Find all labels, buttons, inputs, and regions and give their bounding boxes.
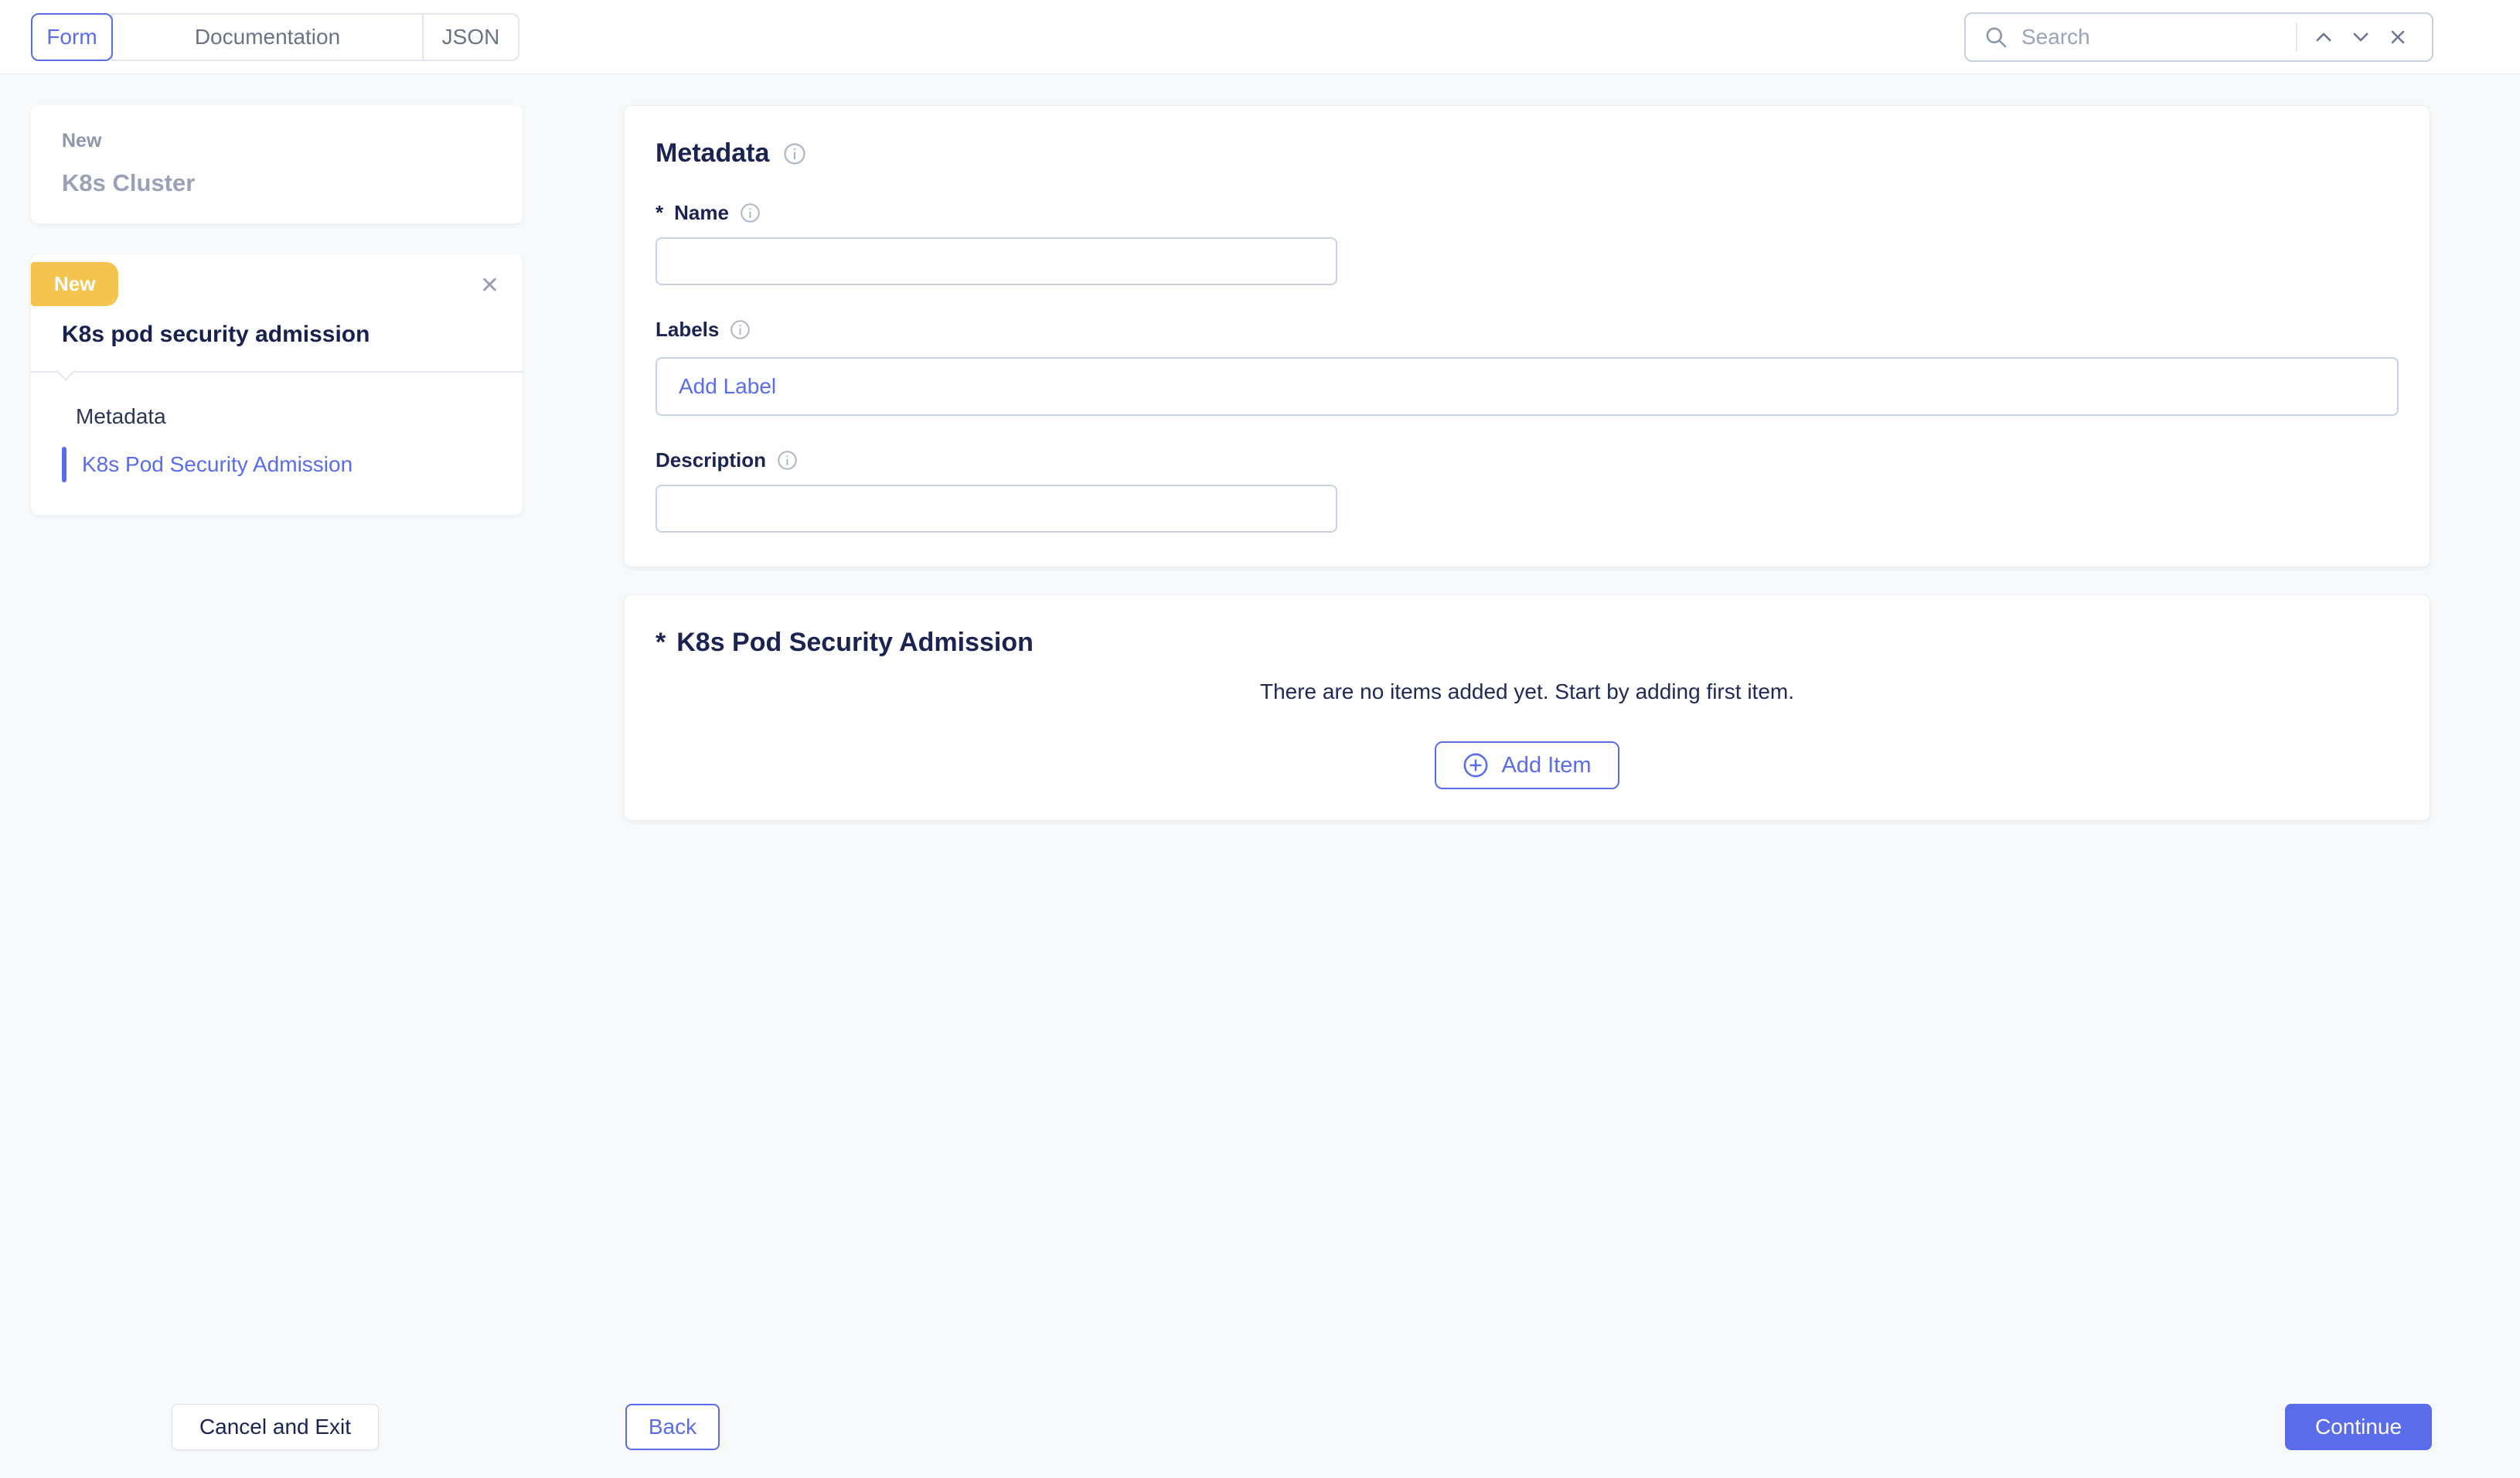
step-nav: Metadata K8s Pod Security Admission: [31, 373, 523, 496]
sidebar-item-metadata[interactable]: Metadata: [31, 393, 523, 441]
context-title: K8s Cluster: [62, 169, 492, 197]
add-item-label: Add Item: [1501, 753, 1591, 778]
continue-button[interactable]: Continue: [2285, 1404, 2432, 1450]
name-input[interactable]: [656, 237, 1337, 285]
find-next-button[interactable]: [2342, 19, 2379, 56]
topbar: Form Documentation JSON: [0, 0, 2520, 74]
step-close-button[interactable]: ✕: [480, 274, 499, 298]
search-icon: [1983, 24, 2009, 50]
search-input[interactable]: [2021, 25, 2291, 49]
content-area: New K8s Cluster New ✕ K8s pod security a…: [0, 74, 2520, 821]
add-item-button[interactable]: Add Item: [1435, 741, 1619, 789]
add-item-row: Add Item: [656, 741, 2399, 789]
info-icon[interactable]: [740, 203, 761, 223]
step-divider: [31, 371, 523, 373]
description-label-text: Description: [656, 448, 766, 472]
plus-circle-icon: [1463, 752, 1489, 778]
tab-form[interactable]: Form: [31, 13, 113, 61]
info-icon[interactable]: [777, 450, 798, 471]
metadata-section-title: Metadata: [656, 138, 2399, 169]
search-close-button[interactable]: [2379, 19, 2416, 56]
find-previous-button[interactable]: [2305, 19, 2342, 56]
main-form: Metadata * Name Labels: [624, 105, 2430, 821]
back-button[interactable]: Back: [625, 1404, 720, 1450]
psa-section-title: * K8s Pod Security Admission: [656, 628, 2399, 658]
form-view-tabs: Form Documentation JSON: [31, 13, 519, 61]
cancel-and-exit-button[interactable]: Cancel and Exit: [172, 1404, 379, 1450]
new-badge: New: [31, 262, 118, 306]
psa-title-text: K8s Pod Security Admission: [676, 628, 1034, 658]
chevron-down-icon: [2350, 26, 2372, 48]
cluster-context-card: New K8s Cluster: [31, 105, 523, 223]
search-divider: [2296, 23, 2297, 51]
labels-label-text: Labels: [656, 318, 719, 342]
context-kicker: New: [62, 130, 492, 152]
page: Form Documentation JSON: [0, 0, 2520, 821]
chevron-up-icon: [2313, 26, 2334, 48]
info-icon[interactable]: [730, 319, 751, 340]
step-title: K8s pod security admission: [31, 306, 523, 348]
description-label: Description: [656, 448, 2399, 472]
required-marker: *: [656, 201, 663, 225]
labels-label: Labels: [656, 318, 2399, 342]
close-icon: ✕: [480, 273, 499, 298]
metadata-section: Metadata * Name Labels: [624, 105, 2430, 567]
psa-section: * K8s Pod Security Admission There are n…: [624, 594, 2430, 821]
required-marker: *: [656, 628, 666, 658]
sidebar: New K8s Cluster New ✕ K8s pod security a…: [31, 105, 523, 515]
tab-documentation[interactable]: Documentation: [111, 13, 424, 61]
empty-state-text: There are no items added yet. Start by a…: [656, 679, 2399, 704]
sidebar-item-k8s-pod-security-admission[interactable]: K8s Pod Security Admission: [31, 441, 523, 489]
tab-json[interactable]: JSON: [422, 13, 519, 61]
info-icon[interactable]: [783, 142, 806, 165]
description-input[interactable]: [656, 485, 1337, 533]
name-label: * Name: [656, 201, 2399, 225]
name-label-text: Name: [674, 201, 729, 225]
metadata-title-text: Metadata: [656, 138, 769, 169]
close-icon: [2387, 26, 2409, 48]
search-box: [1964, 12, 2433, 62]
labels-input-area[interactable]: Add Label: [656, 357, 2399, 416]
add-label-button[interactable]: Add Label: [679, 374, 776, 399]
step-card: New ✕ K8s pod security admission Metadat…: [31, 254, 523, 515]
